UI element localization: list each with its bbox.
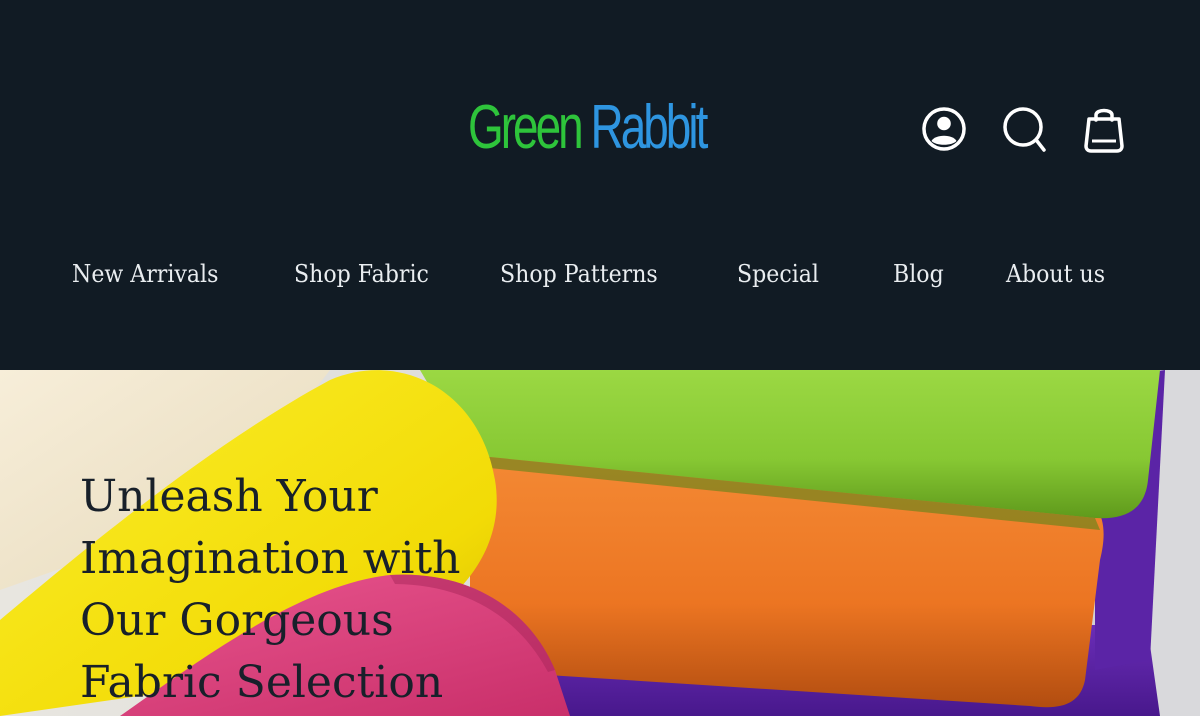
shopping-bag-icon[interactable] xyxy=(1079,104,1129,154)
nav-item-blog[interactable]: Blog xyxy=(893,250,944,298)
main-navigation: New Arrivals Shop Fabric Shop Patterns S… xyxy=(0,250,1200,298)
site-header: Green Rabbit New Arrivals Shop Fabric Sh… xyxy=(0,0,1200,370)
brand-logo[interactable]: Green Rabbit xyxy=(468,88,709,168)
shopping-bag-icon-graphic xyxy=(1084,108,1124,153)
hero-headline-line: Our Gorgeous xyxy=(80,595,394,646)
nav-item-about-us[interactable]: About us xyxy=(1006,250,1105,298)
nav-item-new-arrivals[interactable]: New Arrivals xyxy=(72,250,218,298)
hero-headline: Unleash Your Imagination with Our Gorgeo… xyxy=(80,466,550,714)
account-icon[interactable] xyxy=(919,104,969,154)
search-icon[interactable] xyxy=(1000,104,1050,154)
hero-headline-line: Unleash Your xyxy=(80,471,378,522)
search-icon-graphic xyxy=(1003,107,1046,152)
hero-headline-line: Fabric Selection xyxy=(80,657,444,708)
hero-banner: Unleash Your Imagination with Our Gorgeo… xyxy=(0,370,1200,716)
account-icon-graphic xyxy=(922,107,966,151)
brand-word-green: Green xyxy=(468,93,584,162)
hero-headline-line: Imagination with xyxy=(80,533,461,584)
brand-word-rabbit: Rabbit xyxy=(590,93,709,162)
nav-item-shop-patterns[interactable]: Shop Patterns xyxy=(500,250,658,298)
nav-item-shop-fabric[interactable]: Shop Fabric xyxy=(294,250,429,298)
nav-item-special[interactable]: Special xyxy=(737,250,819,298)
